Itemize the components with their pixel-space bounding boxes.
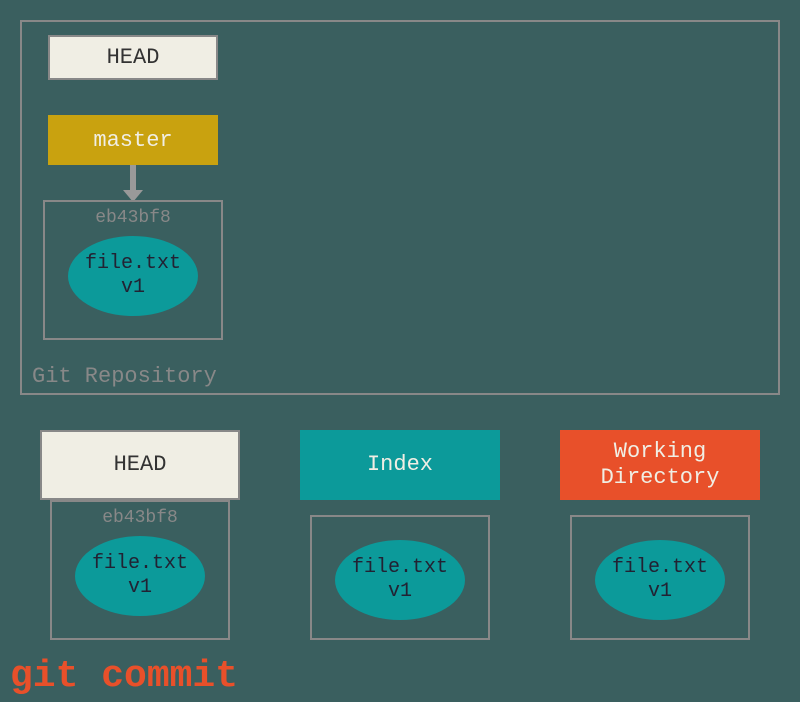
file-version: v1 (648, 580, 672, 604)
index-column-header: Index (300, 430, 500, 500)
file-name: file.txt (352, 556, 448, 580)
arrow-icon (123, 165, 143, 200)
head-ref-box: HEAD (48, 35, 218, 80)
file-blob: file.txt v1 (68, 236, 198, 316)
wd-file-blob: file.txt v1 (595, 540, 725, 620)
head-column-header: HEAD (40, 430, 240, 500)
head-column-content: eb43bf8 file.txt v1 (50, 500, 230, 640)
head-commit-hash: eb43bf8 (52, 508, 228, 528)
file-name: file.txt (612, 556, 708, 580)
wd-column-header: Working Directory (560, 430, 760, 500)
head-file-blob: file.txt v1 (75, 536, 205, 616)
branch-box: master (48, 115, 218, 165)
index-column-content: file.txt v1 (310, 515, 490, 640)
repository-label: Git Repository (32, 364, 217, 389)
file-version: v1 (121, 276, 145, 300)
commit-box-repo: eb43bf8 file.txt v1 (43, 200, 223, 340)
wd-column-content: file.txt v1 (570, 515, 750, 640)
file-version: v1 (128, 576, 152, 600)
file-name: file.txt (85, 252, 181, 276)
file-name: file.txt (92, 552, 188, 576)
commit-hash: eb43bf8 (45, 208, 221, 228)
git-command-label: git commit (10, 655, 238, 698)
file-version: v1 (388, 580, 412, 604)
index-file-blob: file.txt v1 (335, 540, 465, 620)
